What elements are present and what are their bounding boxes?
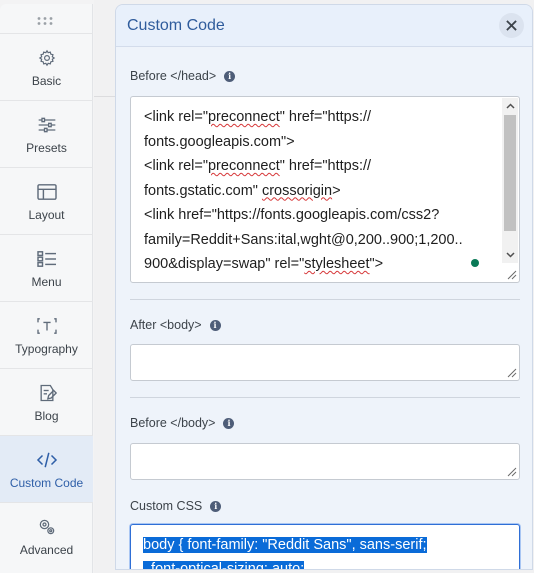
sidebar-item-presets[interactable]: Presets (0, 100, 93, 167)
menu-list-icon (36, 249, 58, 269)
custom-css-code: body { font-family: "Reddit Sans", sans-… (143, 533, 507, 569)
dialog-header: Custom Code (116, 5, 532, 47)
sidebar-item-layout[interactable]: Layout (0, 167, 93, 234)
advanced-gears-icon (36, 517, 58, 537)
layout-icon (36, 182, 58, 202)
sidebar-item-label: Layout (28, 208, 65, 222)
sidebar-item-label: Typography (15, 342, 78, 356)
sidebar-item-basic[interactable]: Basic (0, 33, 93, 100)
before-head-code-editor[interactable]: <link rel="preconnect" href="https:// fo… (130, 96, 520, 283)
typography-icon (36, 316, 58, 336)
sidebar-item-label: Menu (31, 275, 62, 289)
settings-sidebar: Basic Presets Layout Menu Typography Blo… (0, 4, 93, 573)
selected-text: body { font-family: "Reddit Sans", sans-… (143, 537, 427, 553)
sidebar-item-label: Basic (31, 74, 62, 88)
info-icon[interactable]: i (223, 417, 235, 429)
dialog-title: Custom Code (127, 16, 225, 34)
after-body-label: After <body> (130, 318, 202, 332)
gear-icon (36, 48, 58, 68)
sidebar-item-menu[interactable]: Menu (0, 234, 93, 301)
sliders-icon (36, 115, 58, 135)
vertical-scrollbar[interactable] (502, 98, 518, 263)
sidebar-item-label: Presets (26, 141, 67, 155)
sidebar-item-label: Custom Code (9, 476, 84, 490)
before-body-end-input[interactable] (130, 443, 520, 480)
selected-text: font-optical-sizing: auto; (143, 561, 305, 569)
sidebar-item-label: Advanced (19, 543, 74, 557)
sidebar-item-typography[interactable]: Typography (0, 301, 93, 368)
sidebar-item-label: Blog (34, 409, 59, 423)
info-icon[interactable]: i (210, 500, 222, 512)
before-head-label: Before </head> (130, 69, 217, 83)
close-icon (506, 20, 517, 31)
scroll-up-icon[interactable] (505, 101, 515, 111)
drag-handle-icon[interactable] (36, 16, 54, 26)
custom-css-label: Custom CSS (130, 499, 203, 513)
sidebar-item-blog[interactable]: Blog (0, 368, 93, 435)
scroll-thumb[interactable] (504, 115, 516, 231)
before-body-end-label: Before </body> (130, 416, 216, 430)
scroll-down-icon[interactable] (505, 250, 515, 260)
custom-css-editor[interactable]: body { font-family: "Reddit Sans", sans-… (130, 524, 520, 569)
before-head-label-row: Before </head> i (130, 69, 236, 83)
custom-code-dialog: Custom Code Before </head> i <link rel="… (115, 4, 533, 570)
resize-grip-icon[interactable] (505, 366, 517, 378)
section-divider (130, 397, 520, 398)
custom-css-label-row: Custom CSS i (130, 499, 222, 513)
blog-edit-icon (36, 383, 58, 403)
after-body-label-row: After <body> i (130, 318, 221, 332)
sidebar-item-custom-code[interactable]: Custom Code (0, 435, 93, 502)
info-icon[interactable]: i (209, 319, 221, 331)
resize-grip-icon[interactable] (505, 268, 517, 280)
before-body-end-label-row: Before </body> i (130, 416, 235, 430)
section-divider (130, 299, 520, 300)
code-icon (36, 450, 58, 470)
resize-grip-icon[interactable] (505, 465, 517, 477)
status-dot (471, 259, 479, 267)
after-body-input[interactable] (130, 344, 520, 381)
info-icon[interactable]: i (224, 70, 236, 82)
before-head-code: <link rel="preconnect" href="https:// fo… (144, 109, 463, 272)
sidebar-item-advanced[interactable]: Advanced (0, 502, 93, 569)
close-button[interactable] (499, 13, 524, 38)
